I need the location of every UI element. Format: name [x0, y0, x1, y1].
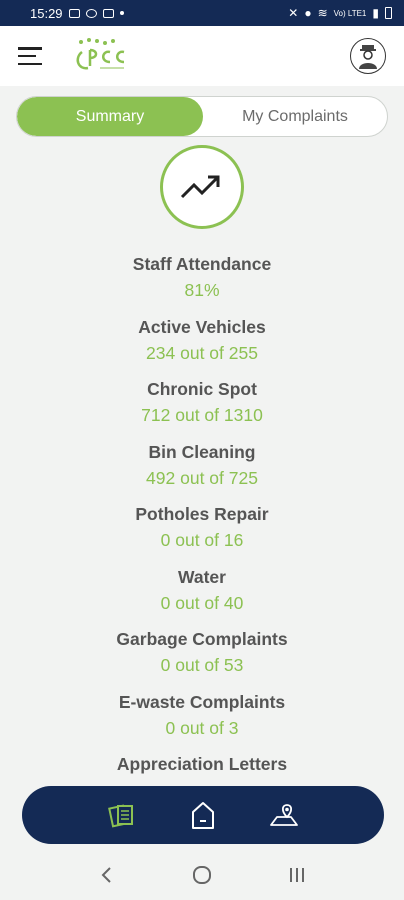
trend-badge [160, 145, 244, 229]
system-nav-bar [0, 850, 404, 900]
home-icon [191, 802, 214, 829]
stat-label: Garbage Complaints [116, 629, 288, 649]
recents-button[interactable] [282, 860, 312, 890]
stat-active-vehicles: Active Vehicles 234 out of 255 [0, 315, 404, 378]
stat-value: 0 out of 16 [160, 530, 244, 550]
app-bar [0, 26, 404, 86]
stat-value: 492 out of 725 [146, 467, 258, 488]
nav-map[interactable] [269, 800, 299, 830]
stat-value: 234 out of 255 [146, 342, 258, 363]
status-time: 15:29 [30, 5, 63, 21]
more-notifications-icon [119, 11, 124, 15]
stat-potholes-repair: Potholes Repair 0 out of 16 [0, 502, 404, 565]
stat-value: 0 out of 40 [160, 592, 244, 613]
stat-label: Chronic Spot [147, 379, 257, 399]
stat-label: Appreciation Letters [116, 754, 288, 774]
network-label: Vo) LTE1 [333, 8, 367, 18]
stat-value: 0 out of 3 [165, 717, 239, 738]
map-pin-icon [269, 804, 298, 826]
menu-icon[interactable] [18, 47, 42, 65]
tab-my-complaints[interactable]: My Complaints [203, 97, 387, 136]
pcc-logo [76, 38, 125, 70]
battery-icon [385, 7, 392, 19]
signal-icon: ▮ [372, 6, 379, 20]
stat-value: 712 out of 1310 [141, 405, 263, 425]
bottom-nav [22, 786, 384, 844]
nav-documents[interactable] [107, 800, 137, 830]
stat-chronic-spot: Chronic Spot 712 out of 1310 [0, 377, 404, 440]
stat-staff-attendance: Staff Attendance 81% [0, 252, 404, 315]
stat-value: 0 out of 53 [160, 655, 244, 675]
stat-label: Water [178, 566, 226, 587]
person-icon [359, 45, 377, 69]
summary-stats-list: Staff Attendance 81% Active Vehicles 234… [0, 252, 404, 815]
back-button[interactable] [92, 860, 122, 890]
nav-home[interactable] [188, 800, 218, 830]
stat-label: Active Vehicles [138, 316, 266, 337]
segment-tabs: Summary My Complaints [16, 96, 388, 137]
stat-bin-cleaning: Bin Cleaning 492 out of 725 [0, 440, 404, 503]
recents-icon [289, 868, 304, 882]
location-icon: ● [304, 6, 312, 20]
status-bar: 15:29 ✕ ● ≋ Vo) LTE1 ▮ [0, 0, 404, 26]
image-notification-icon [68, 8, 80, 18]
stat-ewaste-complaints: E-waste Complaints 0 out of 3 [0, 690, 404, 753]
stat-label: Bin Cleaning [148, 441, 256, 462]
app-notification-icon [85, 8, 97, 18]
back-icon [101, 867, 112, 883]
trending-up-icon [180, 175, 220, 199]
wifi-icon: ≋ [317, 6, 328, 20]
screen-notification-icon [102, 8, 114, 18]
mute-icon: ✕ [288, 6, 299, 20]
stat-water: Water 0 out of 40 [0, 565, 404, 628]
stat-value: 81% [184, 280, 220, 300]
documents-icon [108, 804, 134, 828]
tab-summary[interactable]: Summary [17, 97, 203, 136]
stat-label: Potholes Repair [135, 504, 269, 524]
stat-garbage-complaints: Garbage Complaints 0 out of 53 [0, 627, 404, 690]
home-system-button[interactable] [187, 860, 217, 890]
stat-label: Staff Attendance [132, 254, 272, 274]
home-circle-icon [192, 866, 211, 884]
profile-avatar[interactable] [350, 38, 386, 74]
stat-label: E-waste Complaints [118, 691, 286, 712]
